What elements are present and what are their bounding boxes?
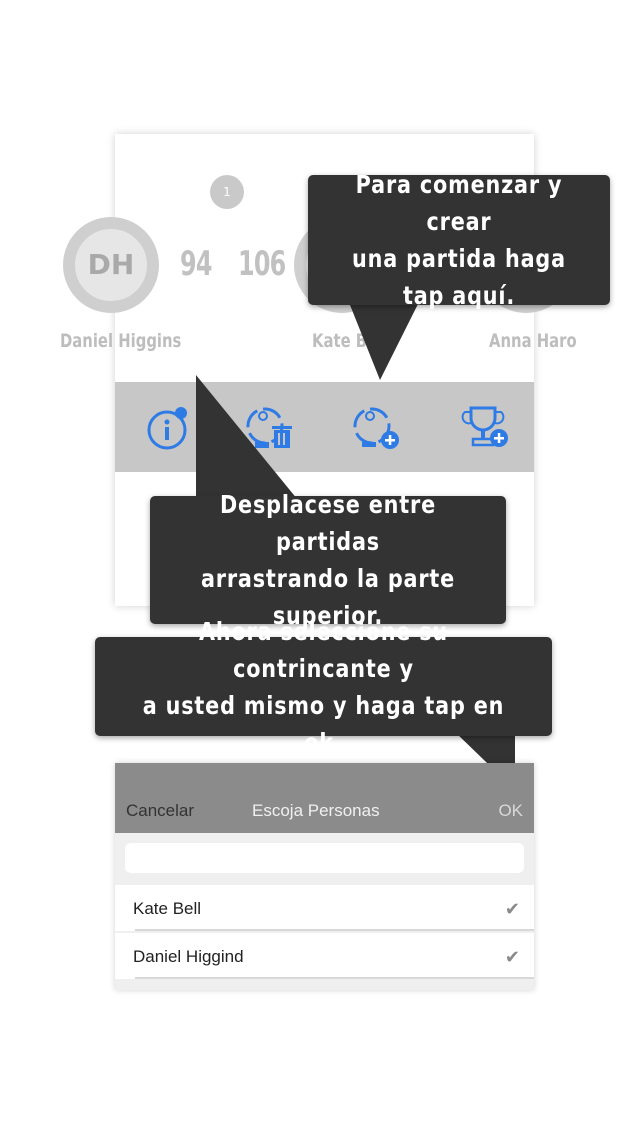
add-trophy-button[interactable] <box>461 404 509 452</box>
person-name: Daniel Higgind <box>133 947 244 966</box>
select-opponent-tooltip-text: Ahora seleccione su contrincante y a ust… <box>142 616 505 757</box>
picker-title: Escoja Personas <box>252 801 380 820</box>
player-name-kate-bell: Kate Bell <box>312 330 388 352</box>
select-opponent-tooltip: Ahora seleccione su contrincante y a ust… <box>95 617 552 757</box>
row-divider <box>135 929 534 931</box>
game-number-badge: 1 <box>210 175 244 209</box>
player-name-daniel-higgins: Daniel Higgins <box>60 330 182 352</box>
create-game-tooltip-text: Para comenzar y crear una partida haga t… <box>352 170 566 310</box>
info-button[interactable] <box>144 404 192 452</box>
delete-game-button[interactable] <box>241 404 292 452</box>
delete-game-icon <box>246 407 292 448</box>
add-game-button[interactable] <box>350 404 399 452</box>
scroll-games-tooltip: Desplacese entre partidas arrastrando la… <box>150 490 506 630</box>
people-search-input[interactable] <box>125 843 524 873</box>
score-player-1: 94 <box>180 244 212 284</box>
create-game-tooltip: Para comenzar y crear una partida haga t… <box>308 170 610 310</box>
row-divider <box>135 977 534 979</box>
ok-button[interactable]: OK <box>498 801 523 821</box>
checkmark-icon: ✔ <box>504 947 520 967</box>
info-icon <box>147 407 187 450</box>
checkmark-icon: ✔ <box>504 899 520 919</box>
game-toolbar <box>115 382 534 472</box>
person-row-kate-bell[interactable]: Kate Bell ✔ <box>115 885 534 931</box>
add-trophy-icon <box>461 406 508 447</box>
people-picker-header: Cancelar Escoja Personas OK <box>115 763 534 833</box>
avatar-daniel-higgins[interactable]: DH <box>63 217 159 313</box>
player-name-anna-haro: Anna Haro <box>489 330 577 352</box>
person-row-daniel-higgind[interactable]: Daniel Higgind ✔ <box>115 933 534 979</box>
cancel-button[interactable]: Cancelar <box>126 801 194 821</box>
person-name: Kate Bell <box>133 899 202 918</box>
add-game-icon <box>353 407 399 449</box>
score-player-2: 106 <box>238 244 286 284</box>
people-picker: Cancelar Escoja Personas OK Kate Bell ✔ … <box>115 763 534 990</box>
